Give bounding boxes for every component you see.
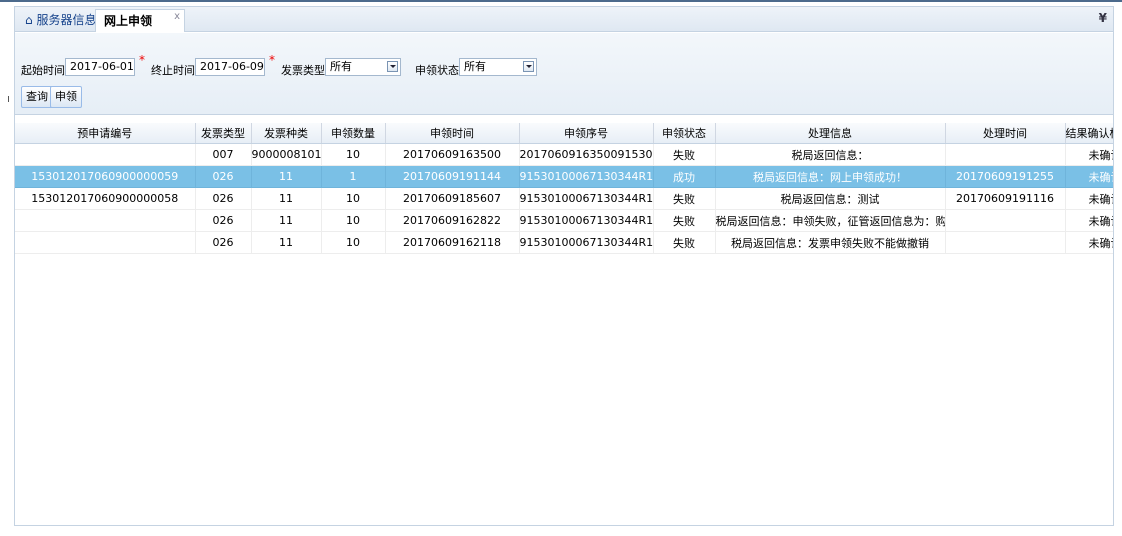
col-header-apply-status[interactable]: 申领状态 xyxy=(653,123,716,144)
apply-status-value: 所有 xyxy=(464,60,486,73)
cell-apply-status: 失败 xyxy=(653,143,716,166)
table-row[interactable]: 026 11 10 20170609162118 915301000671303… xyxy=(15,231,1113,254)
cell-preapply-no xyxy=(15,209,196,232)
cell-process-time xyxy=(945,209,1066,232)
end-required-mark: * xyxy=(269,53,275,67)
col-header-quantity[interactable]: 申领数量 xyxy=(321,123,386,144)
tab-server-info[interactable]: ⌂ 服务器信息 xyxy=(17,9,96,32)
col-header-invoice-kind[interactable]: 发票种类 xyxy=(251,123,322,144)
cell-invoice-kind: 9000008101200 xyxy=(251,143,322,166)
cell-invoice-type: 026 xyxy=(195,231,252,254)
col-header-process-time[interactable]: 处理时间 xyxy=(945,123,1066,144)
cell-preapply-no: 153012017060900000058 xyxy=(15,187,196,210)
cell-invoice-type: 026 xyxy=(195,165,252,188)
col-header-apply-time[interactable]: 申领时间 xyxy=(385,123,520,144)
apply-status-select[interactable]: 所有 xyxy=(459,58,537,76)
cell-confirm-flag: 未确认 xyxy=(1065,143,1113,166)
cell-apply-status: 失败 xyxy=(653,209,716,232)
cell-invoice-kind: 11 xyxy=(251,209,322,232)
cell-apply-time: 20170609162118 xyxy=(385,231,520,254)
table-row-selected[interactable]: 153012017060900000059 026 11 1 201706091… xyxy=(15,165,1113,188)
window-top-border xyxy=(0,0,1122,2)
cell-confirm-flag: 未确认 xyxy=(1065,187,1113,210)
dropdown-arrow-icon[interactable] xyxy=(523,61,534,72)
cell-quantity: 10 xyxy=(321,231,386,254)
cell-invoice-type: 007 xyxy=(195,143,252,166)
cell-process-info: 税局返回信息：发票申领失败不能做撤销 xyxy=(715,231,946,254)
cell-process-time: 20170609191255 xyxy=(945,165,1066,188)
cell-process-info: 税局返回信息：测试 xyxy=(715,187,946,210)
cell-apply-serial: 20170609163500915301000671 3034 xyxy=(519,143,654,166)
collapse-chevron-icon[interactable]: ¥ xyxy=(1099,11,1107,25)
col-header-process-info[interactable]: 处理信息 xyxy=(715,123,946,144)
cell-apply-serial: 91530100067130344R149700501496 xyxy=(519,165,654,188)
cell-process-time: 20170609191116 xyxy=(945,187,1066,210)
invoice-type-value: 所有 xyxy=(330,60,352,73)
cell-preapply-no xyxy=(15,231,196,254)
cell-apply-serial: 91530100067130344R149700402360 xyxy=(519,187,654,210)
cell-confirm-flag: 未确认 xyxy=(1065,209,1113,232)
cell-apply-time: 20170609185607 xyxy=(385,187,520,210)
table-header-row: 预申请编号 发票类型 发票种类 申领数量 申领时间 申领序号 申领状态 处理信息… xyxy=(15,123,1113,144)
cell-apply-serial: 91530100067130344R149699521206 xyxy=(519,209,654,232)
invoice-type-select[interactable]: 所有 xyxy=(325,58,401,76)
cell-apply-status: 成功 xyxy=(653,165,716,188)
apply-button[interactable]: 申领 xyxy=(50,86,82,108)
start-required-mark: * xyxy=(139,53,145,67)
cell-quantity: 10 xyxy=(321,187,386,210)
tab-bar: ⌂ 服务器信息 网上申领 x ¥ xyxy=(15,7,1113,32)
close-tab-icon[interactable]: x xyxy=(174,6,180,28)
tab-online-apply[interactable]: 网上申领 x xyxy=(95,9,185,32)
home-icon: ⌂ xyxy=(25,13,33,27)
cell-process-info: 税局返回信息：网上申领成功！ xyxy=(715,165,946,188)
cell-invoice-type: 026 xyxy=(195,187,252,210)
cell-preapply-no xyxy=(15,143,196,166)
cell-apply-status: 失败 xyxy=(653,187,716,210)
cell-apply-time: 20170609162822 xyxy=(385,209,520,232)
filter-toolbar: 起始时间 2017-06-01 * 终止时间 2017-06-09 * 发票类型… xyxy=(15,33,1113,115)
cell-quantity: 10 xyxy=(321,143,386,166)
col-header-invoice-type[interactable]: 发票类型 xyxy=(195,123,252,144)
cell-apply-status: 失败 xyxy=(653,231,716,254)
col-header-apply-serial[interactable]: 申领序号 xyxy=(519,123,654,144)
cell-process-time xyxy=(945,143,1066,166)
results-table: 预申请编号 发票类型 发票种类 申领数量 申领时间 申领序号 申领状态 处理信息… xyxy=(15,123,1113,254)
col-header-confirm-flag[interactable]: 结果确认标识 xyxy=(1065,123,1113,144)
cell-quantity: 1 xyxy=(321,165,386,188)
cell-invoice-type: 026 xyxy=(195,209,252,232)
cell-quantity: 10 xyxy=(321,209,386,232)
cell-process-info: 税局返回信息：申领失败，征管返回信息为：购票人信息填写错 xyxy=(715,209,946,232)
results-grid: 预申请编号 发票类型 发票种类 申领数量 申领时间 申领序号 申领状态 处理信息… xyxy=(15,123,1113,525)
cell-invoice-kind: 11 xyxy=(251,187,322,210)
main-panel: ⌂ 服务器信息 网上申领 x ¥ 起始时间 2017-06-01 * 终止时间 … xyxy=(14,6,1114,526)
cell-invoice-kind: 11 xyxy=(251,165,322,188)
cell-confirm-flag: 未确认 xyxy=(1065,231,1113,254)
table-row[interactable]: 153012017060900000058 026 11 10 20170609… xyxy=(15,187,1113,210)
invoice-type-label: 发票类型 xyxy=(281,64,325,77)
start-time-input[interactable]: 2017-06-01 xyxy=(65,58,135,76)
tab-online-apply-label: 网上申领 xyxy=(104,14,153,28)
query-button[interactable]: 查询 xyxy=(21,86,53,108)
cell-process-info: 税局返回信息： xyxy=(715,143,946,166)
col-header-preapply-no[interactable]: 预申请编号 xyxy=(15,123,196,144)
cell-apply-serial: 91530100067130344R149699473368 xyxy=(519,231,654,254)
left-edge-mark xyxy=(8,96,9,102)
start-time-label: 起始时间 xyxy=(21,64,65,77)
cell-apply-time: 20170609191144 xyxy=(385,165,520,188)
table-row[interactable]: 026 11 10 20170609162822 915301000671303… xyxy=(15,209,1113,232)
end-time-label: 终止时间 xyxy=(151,64,195,77)
tab-server-info-label: 服务器信息 xyxy=(36,13,97,27)
cell-invoice-kind: 11 xyxy=(251,231,322,254)
end-time-input[interactable]: 2017-06-09 xyxy=(195,58,265,76)
cell-process-time xyxy=(945,231,1066,254)
table-row[interactable]: 007 9000008101200 10 20170609163500 2017… xyxy=(15,143,1113,166)
cell-apply-time: 20170609163500 xyxy=(385,143,520,166)
cell-preapply-no: 153012017060900000059 xyxy=(15,165,196,188)
apply-status-label: 申领状态 xyxy=(415,64,459,77)
dropdown-arrow-icon[interactable] xyxy=(387,61,398,72)
cell-confirm-flag: 未确认 xyxy=(1065,165,1113,188)
